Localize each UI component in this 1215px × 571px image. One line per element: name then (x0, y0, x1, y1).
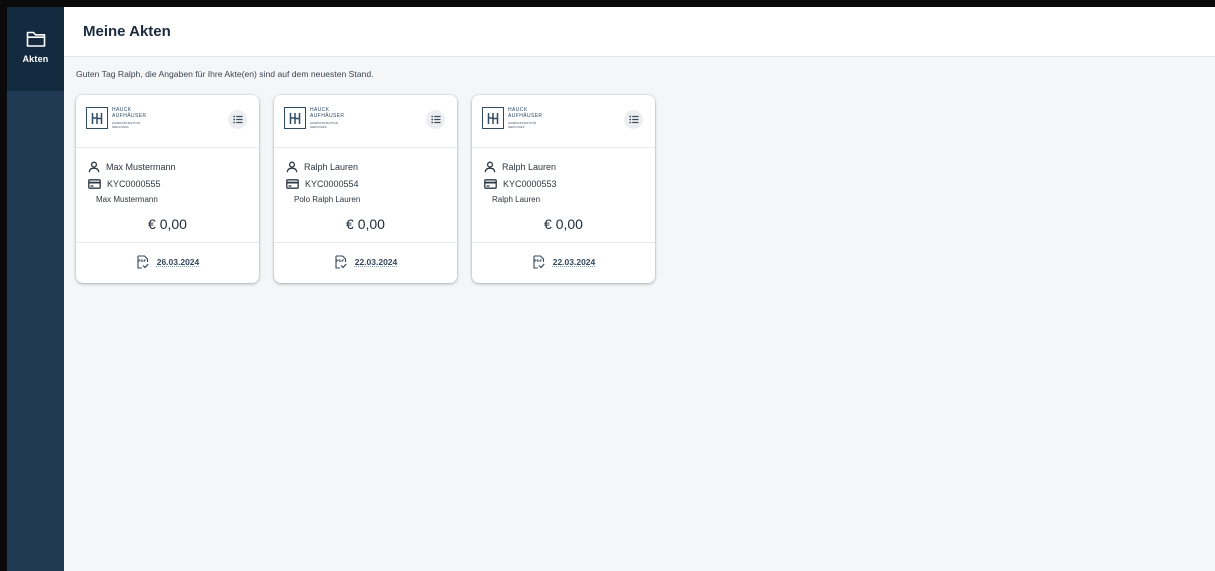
brand-logo-mark (86, 107, 108, 129)
kyc-row: KYC0000554 (286, 179, 359, 189)
account-balance: € 0,00 (544, 216, 583, 232)
brand-logo-mark (482, 107, 504, 129)
brand-logo: HAUCK AUFHÄUSER ADMINISTRATION SERVICES (86, 107, 146, 129)
owner-name: Max Mustermann (106, 162, 176, 172)
pdf-icon: PDF (532, 255, 545, 269)
person-icon (484, 161, 496, 173)
app-frame: Akten Meine Akten Guten Tag Ralph, die A… (7, 7, 1215, 571)
kyc-id: KYC0000555 (107, 179, 161, 189)
card-header: HAUCK AUFHÄUSER ADMINISTRATION SERVICES (76, 95, 259, 148)
document-date: 22.03.2024 (354, 257, 398, 267)
brand-logo: HAUCK AUFHÄUSER ADMINISTRATION SERVICES (284, 107, 344, 129)
svg-text:PDF: PDF (336, 259, 344, 263)
list-icon (232, 115, 243, 124)
owner-name: Ralph Lauren (304, 162, 359, 172)
account-balance: € 0,00 (346, 216, 385, 232)
account-name: Ralph Lauren (492, 195, 541, 204)
card-header: HAUCK AUFHÄUSER ADMINISTRATION SERVICES (274, 95, 457, 148)
account-name: Max Mustermann (96, 195, 158, 204)
pdf-icon: PDF (334, 255, 347, 269)
card-header: HAUCK AUFHÄUSER ADMINISTRATION SERVICES (472, 95, 655, 148)
owner-name: Ralph Lauren (502, 162, 557, 172)
card-menu-button[interactable] (228, 110, 247, 129)
document-link[interactable]: PDF 22.03.2024 (472, 243, 655, 281)
credit-card-icon (484, 179, 497, 189)
card-body: Ralph Lauren KYC0000554 Polo Ralph Laure… (274, 148, 457, 243)
svg-text:PDF: PDF (138, 259, 146, 263)
account-balance: € 0,00 (148, 216, 187, 232)
file-card: HAUCK AUFHÄUSER ADMINISTRATION SERVICES (274, 95, 457, 283)
kyc-row: KYC0000553 (484, 179, 557, 189)
page-title: Meine Akten (83, 23, 171, 40)
page-header: Meine Akten (64, 7, 1215, 57)
kyc-id: KYC0000553 (503, 179, 557, 189)
svg-text:PDF: PDF (534, 259, 542, 263)
sidebar-item-akten[interactable]: Akten (7, 7, 64, 91)
card-body: Ralph Lauren KYC0000553 Ralph Lauren € 0… (472, 148, 655, 243)
person-icon (88, 161, 100, 173)
person-icon (286, 161, 298, 173)
credit-card-icon (88, 179, 101, 189)
credit-card-icon (286, 179, 299, 189)
brand-logo-text: HAUCK AUFHÄUSER ADMINISTRATION SERVICES (112, 107, 146, 129)
card-body: Max Mustermann KYC0000555 Max Mustermann… (76, 148, 259, 243)
owner-row: Ralph Lauren (484, 161, 556, 173)
kyc-row: KYC0000555 (88, 179, 161, 189)
brand-logo-mark (284, 107, 306, 129)
list-icon (430, 115, 441, 124)
file-card: HAUCK AUFHÄUSER ADMINISTRATION SERVICES (472, 95, 655, 283)
brand-line-4: SERVICES (310, 125, 327, 129)
document-link[interactable]: PDF 26.03.2024 (76, 243, 259, 281)
document-date: 26.03.2024 (156, 257, 200, 267)
greeting-text: Guten Tag Ralph, die Angaben für Ihre Ak… (76, 69, 374, 79)
brand-line-4: SERVICES (112, 125, 129, 129)
brand-logo: HAUCK AUFHÄUSER ADMINISTRATION SERVICES (482, 107, 542, 129)
card-menu-button[interactable] (624, 110, 643, 129)
main-content: Meine Akten Guten Tag Ralph, die Angaben… (64, 7, 1215, 571)
list-icon (628, 115, 639, 124)
account-name: Polo Ralph Lauren (294, 195, 361, 204)
document-link[interactable]: PDF 22.03.2024 (274, 243, 457, 281)
brand-logo-text: HAUCK AUFHÄUSER ADMINISTRATION SERVICES (508, 107, 542, 129)
brand-line-2: AUFHÄUSER (310, 113, 345, 119)
folder-icon (26, 30, 46, 48)
pdf-icon: PDF (136, 255, 149, 269)
file-card: HAUCK AUFHÄUSER ADMINISTRATION SERVICES (76, 95, 259, 283)
brand-line-2: AUFHÄUSER (112, 113, 147, 119)
document-date: 22.03.2024 (552, 257, 596, 267)
owner-row: Ralph Lauren (286, 161, 358, 173)
kyc-id: KYC0000554 (305, 179, 359, 189)
file-card-list: HAUCK AUFHÄUSER ADMINISTRATION SERVICES (76, 95, 655, 283)
card-menu-button[interactable] (426, 110, 445, 129)
sidebar: Akten (7, 7, 64, 571)
brand-line-2: AUFHÄUSER (508, 113, 543, 119)
sidebar-item-label: Akten (22, 54, 49, 64)
brand-line-4: SERVICES (508, 125, 525, 129)
owner-row: Max Mustermann (88, 161, 176, 173)
brand-logo-text: HAUCK AUFHÄUSER ADMINISTRATION SERVICES (310, 107, 344, 129)
